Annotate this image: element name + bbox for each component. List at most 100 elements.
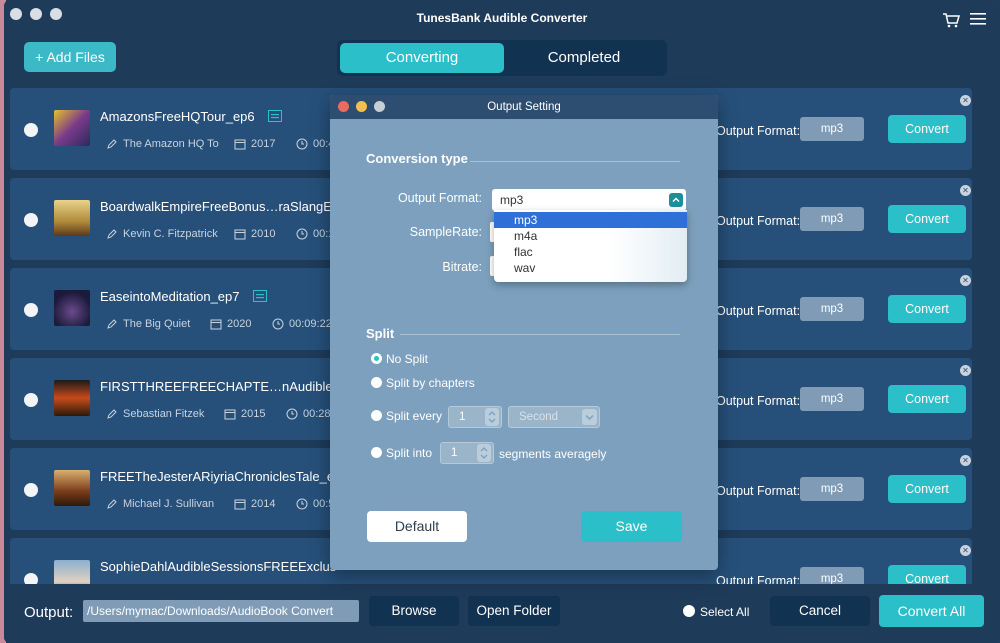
output-format-select[interactable]: mp3 (492, 189, 686, 211)
remove-row-icon[interactable]: ✕ (960, 365, 971, 376)
add-files-button[interactable]: + Add Files (24, 42, 116, 72)
split-every-value: 1 (459, 411, 466, 423)
cart-icon[interactable] (942, 12, 960, 28)
info-icon[interactable] (253, 290, 267, 302)
output-format-select[interactable]: mp3 (800, 207, 864, 231)
split-by-chapters-label: Split by chapters (386, 376, 475, 390)
row-title: FREETheJesterARiyriaChroniclesTale_e (100, 469, 335, 484)
output-label: Output: (24, 604, 74, 621)
select-all-radio[interactable] (683, 605, 695, 617)
output-format-label: Output Format: (397, 191, 482, 205)
split-every-radio[interactable] (371, 410, 382, 421)
convert-button[interactable]: Convert (888, 385, 966, 413)
split-into-radio[interactable] (371, 447, 382, 458)
conversion-type-heading: Conversion type (366, 151, 468, 166)
output-format-select[interactable]: mp3 (800, 297, 864, 321)
stepper-arrows-icon[interactable] (485, 408, 499, 426)
clock-icon (296, 498, 308, 510)
split-heading: Split (366, 326, 395, 341)
menu-icon[interactable] (970, 12, 986, 26)
format-option-m4a[interactable]: m4a (494, 228, 687, 244)
convert-all-button[interactable]: Convert All (879, 595, 984, 627)
save-button[interactable]: Save (581, 511, 682, 542)
browse-button[interactable]: Browse (369, 596, 459, 626)
title-bar: TunesBank Audible Converter (4, 0, 1000, 36)
split-every-stepper[interactable]: 1 (448, 406, 502, 428)
split-into-stepper[interactable]: 1 (440, 442, 494, 464)
convert-button[interactable]: Convert (888, 205, 966, 233)
row-select-radio[interactable] (24, 123, 38, 137)
calendar-icon (210, 319, 222, 330)
output-format-select[interactable]: mp3 (800, 567, 864, 584)
remove-row-icon[interactable]: ✕ (960, 545, 971, 556)
calendar-icon (234, 499, 246, 510)
clock-icon (272, 318, 284, 330)
convert-button[interactable]: Convert (888, 475, 966, 503)
format-option-mp3[interactable]: mp3 (494, 212, 687, 228)
divider (470, 161, 680, 162)
output-format-label: Output Format: (716, 124, 801, 138)
divider (400, 334, 680, 335)
output-path-field[interactable]: /Users/mymac/Downloads/AudioBook Convert (83, 600, 359, 622)
window-title: TunesBank Audible Converter (416, 11, 588, 25)
cover-thumbnail (54, 470, 90, 506)
output-format-label: Output Format: (716, 394, 801, 408)
format-option-flac[interactable]: flac (494, 244, 687, 260)
format-option-wav[interactable]: wav (494, 260, 687, 276)
row-select-radio[interactable] (24, 393, 38, 407)
row-year: 2017 (251, 138, 276, 150)
split-into-label: Split into (386, 446, 433, 460)
cover-thumbnail (54, 110, 90, 146)
author-pen-icon (107, 499, 117, 509)
tab-completed[interactable]: Completed (505, 43, 663, 73)
row-select-radio[interactable] (24, 213, 38, 227)
clock-icon (296, 228, 308, 240)
output-format-select[interactable]: mp3 (800, 477, 864, 501)
split-by-chapters-radio[interactable] (371, 377, 382, 388)
cancel-button[interactable]: Cancel (770, 596, 870, 626)
cover-thumbnail (54, 380, 90, 416)
list-scrollbar[interactable] (988, 88, 996, 584)
clock-icon (286, 408, 298, 420)
row-select-radio[interactable] (24, 573, 38, 584)
format-dropdown-menu: mp3 m4a flac wav (494, 210, 687, 282)
remove-row-icon[interactable]: ✕ (960, 275, 971, 286)
remove-row-icon[interactable]: ✕ (960, 185, 971, 196)
chevron-down-icon (582, 409, 597, 425)
default-button[interactable]: Default (367, 511, 467, 542)
row-title: SophieDahlAudibleSessionsFREEExclus (100, 559, 337, 574)
convert-button[interactable]: Convert (888, 565, 966, 584)
output-format-select[interactable]: mp3 (800, 387, 864, 411)
remove-row-icon[interactable]: ✕ (960, 95, 971, 106)
chevron-up-icon (669, 193, 683, 207)
open-folder-button[interactable]: Open Folder (468, 596, 560, 626)
row-title: BoardwalkEmpireFreeBonus…raSlangE (100, 199, 332, 214)
tab-converting[interactable]: Converting (340, 43, 504, 73)
row-title: FIRSTTHREEFREECHAPTE…nAudible (100, 379, 333, 394)
output-format-select[interactable]: mp3 (800, 117, 864, 141)
remove-row-icon[interactable]: ✕ (960, 455, 971, 466)
row-title: EaseintoMeditation_ep7 (100, 289, 240, 304)
segments-averagely-label: segments averagely (499, 447, 607, 461)
bitrate-label: Bitrate: (442, 260, 482, 274)
info-icon[interactable] (268, 110, 282, 122)
cover-thumbnail (54, 560, 90, 584)
stepper-arrows-icon[interactable] (477, 444, 491, 462)
row-duration: 00:28 (303, 408, 331, 420)
author-pen-icon (107, 409, 117, 419)
split-every-label: Split every (386, 409, 443, 423)
row-author: Kevin C. Fitzpatrick (123, 228, 218, 240)
author-pen-icon (107, 229, 117, 239)
convert-button[interactable]: Convert (888, 115, 966, 143)
no-split-label: No Split (386, 352, 429, 366)
convert-button[interactable]: Convert (888, 295, 966, 323)
split-unit-select[interactable]: Second (508, 406, 600, 428)
output-format-label: Output Format: (716, 574, 801, 584)
row-select-radio[interactable] (24, 303, 38, 317)
row-year: 2010 (251, 228, 276, 240)
output-format-value: mp3 (500, 193, 524, 207)
row-select-radio[interactable] (24, 483, 38, 497)
row-duration: 00:09:22 (289, 318, 332, 330)
no-split-radio[interactable] (371, 353, 382, 364)
cover-thumbnail (54, 290, 90, 326)
